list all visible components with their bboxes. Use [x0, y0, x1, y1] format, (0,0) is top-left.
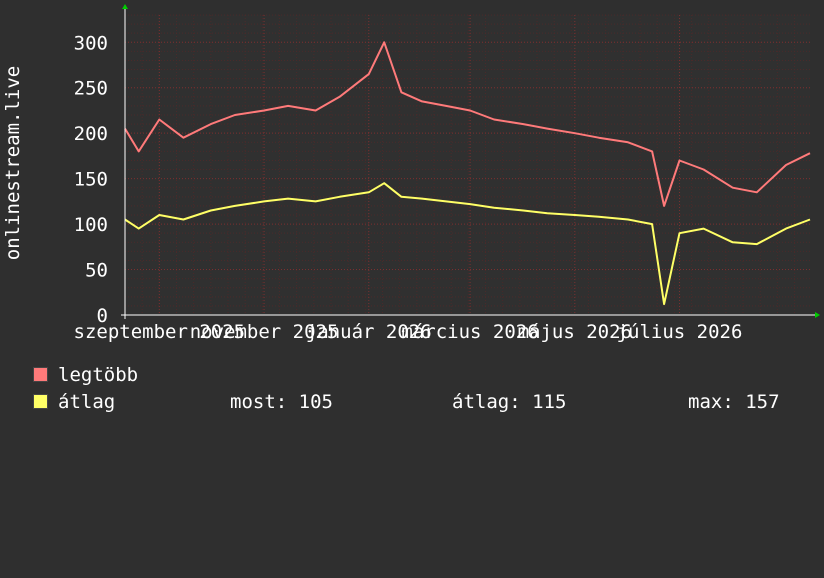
stat-current: most: 105: [230, 391, 333, 413]
legend-label-max: legtöbb: [58, 364, 139, 386]
x-axis-arrow-icon: [815, 312, 820, 318]
stat-average: átlag: 115: [452, 391, 567, 413]
y-tick-label: 100: [74, 214, 108, 236]
stat-maximum: max: 157: [688, 391, 780, 413]
y-axis-label: onlinestream.live: [2, 66, 24, 260]
y-tick-label: 200: [74, 123, 108, 145]
x-tick-label: május 2026: [518, 321, 632, 343]
y-tick-labels: 050100150200250300: [74, 32, 108, 327]
x-tick-labels: szeptember 2025november 2025január 2026m…: [74, 321, 743, 343]
y-tick-label: 250: [74, 78, 108, 100]
legend-row-max: legtöbb: [30, 362, 138, 389]
x-tick-label: július 2026: [617, 321, 743, 343]
legend: legtöbb átlag most: 105 átlag: 115 max: …: [30, 362, 780, 416]
y-tick-label: 150: [74, 169, 108, 191]
legend-label-avg: átlag: [58, 391, 116, 413]
y-axis-arrow-icon: [122, 4, 128, 9]
y-tick-label: 50: [85, 260, 108, 282]
legend-swatch-avg: [33, 394, 48, 409]
legend-row-avg: átlag most: 105 átlag: 115 max: 157: [30, 389, 780, 416]
chart-area: 050100150200250300 szeptember 2025novemb…: [2, 4, 820, 343]
y-tick-label: 300: [74, 32, 108, 54]
legend-swatch-max: [33, 367, 48, 382]
